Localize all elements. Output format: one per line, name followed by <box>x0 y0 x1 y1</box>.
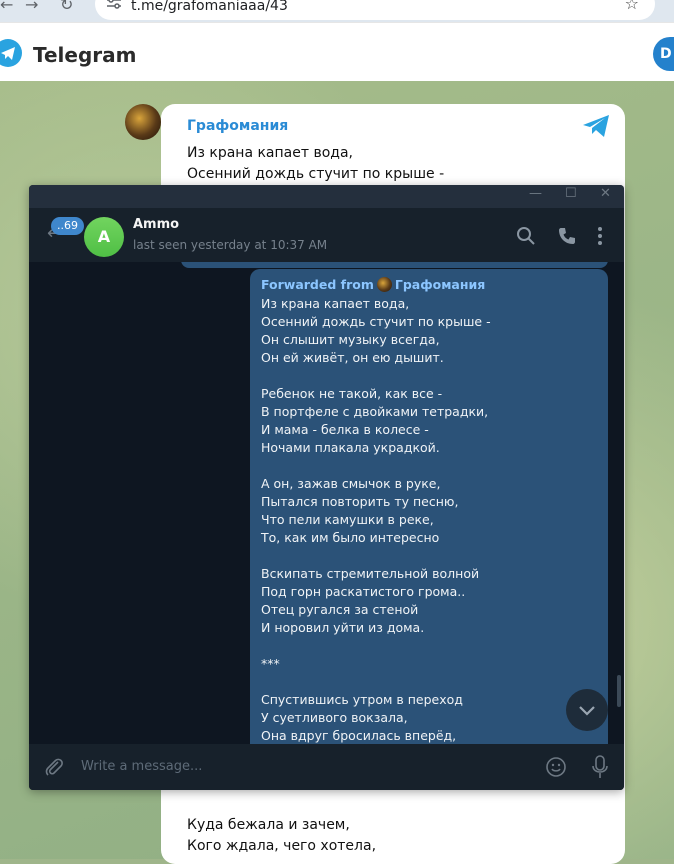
scrollbar-thumb[interactable] <box>617 675 621 707</box>
forwarded-message-bubble[interactable]: Forwarded from Графомания Из крана капает… <box>250 269 608 744</box>
forwarded-label: Forwarded from <box>261 277 374 292</box>
message-line: *** <box>261 656 280 671</box>
message-line: Что пели камушки в реке, <box>261 512 434 527</box>
telegram-web-header: Telegram D <box>0 22 674 82</box>
close-icon[interactable]: ✕ <box>600 186 611 201</box>
chevron-down-icon <box>579 706 595 716</box>
forward-arrow-icon[interactable]: → <box>25 0 38 14</box>
channel-name[interactable]: Графомания <box>187 118 288 134</box>
message-line: И мама - белка в колесе - <box>261 422 429 437</box>
window-titlebar: — ☐ ✕ <box>29 185 624 208</box>
message-composer: Write a message... <box>29 744 624 790</box>
contact-name[interactable]: Ammo <box>133 217 179 232</box>
message-line: Из крана капает вода, <box>261 296 410 311</box>
more-options-icon[interactable] <box>596 226 604 246</box>
telegram-plane-icon <box>583 115 609 137</box>
reload-icon[interactable]: ↻ <box>60 0 73 14</box>
message-line: Пытался повторить ту песню, <box>261 494 459 509</box>
search-icon[interactable] <box>516 226 536 246</box>
minimize-icon[interactable]: — <box>529 186 542 201</box>
message-line: Спустившись утром в переход <box>261 692 463 707</box>
post-line: Кого ждала, чего хотела, <box>187 838 377 854</box>
post-line: Осенний дождь стучит по крыше - <box>187 166 445 182</box>
message-input[interactable]: Write a message... <box>81 759 202 774</box>
telegram-desktop-window: — ☐ ✕ ← ..69 A Ammo last seen yesterday … <box>29 185 624 790</box>
microphone-icon[interactable] <box>591 755 609 779</box>
previous-message-bubble[interactable] <box>181 262 608 268</box>
maximize-icon[interactable]: ☐ <box>565 186 577 201</box>
open-app-button[interactable]: D <box>653 37 674 71</box>
message-line: Осенний дождь стучит по крыше - <box>261 314 491 329</box>
channel-avatar[interactable] <box>125 104 161 140</box>
back-arrow-icon[interactable]: ← <box>0 0 13 14</box>
message-list[interactable]: Forwarded from Графомания Из крана капает… <box>29 262 624 744</box>
telegram-title: Telegram <box>33 43 137 67</box>
message-line: Ребенок не такой, как все - <box>261 386 443 401</box>
forwarded-header[interactable]: Forwarded from Графомания <box>261 277 485 292</box>
bookmark-star-icon[interactable]: ☆ <box>625 0 639 13</box>
message-line: Он ей живёт, он ею дышит. <box>261 350 444 365</box>
forwarded-source-name[interactable]: Графомания <box>395 277 485 292</box>
message-line: В портфеле с двойками тетрадки, <box>261 404 489 419</box>
post-line: Из крана капает вода, <box>187 145 353 161</box>
phone-icon[interactable] <box>557 226 577 246</box>
message-line: И норовил уйти из дома. <box>261 620 425 635</box>
telegram-logo-icon <box>0 39 22 67</box>
chat-header: ← ..69 A Ammo last seen yesterday at 10:… <box>29 208 624 262</box>
contact-avatar[interactable]: A <box>84 217 124 257</box>
site-settings-icon[interactable] <box>107 0 121 9</box>
attach-paperclip-icon[interactable] <box>43 756 65 778</box>
message-line: Отец ругался за стеной <box>261 602 419 617</box>
message-line: Она вдруг бросилась вперёд, <box>261 728 457 743</box>
scroll-down-button[interactable] <box>566 689 608 731</box>
unread-badge: ..69 <box>51 217 84 235</box>
message-line: Под горн раскатистого грома.. <box>261 584 466 599</box>
forwarded-source-avatar <box>376 277 392 292</box>
message-line: Он слышит музыку всегда, <box>261 332 440 347</box>
post-line: Куда бежала и зачем, <box>187 817 350 833</box>
last-seen-status: last seen yesterday at 10:37 AM <box>133 238 328 252</box>
message-line: То, как им было интересно <box>261 530 440 545</box>
message-line: Вскипать стремительной волной <box>261 566 480 581</box>
address-bar[interactable]: t.me/grafomaniaaa/43 ☆ <box>95 0 655 20</box>
message-line: Ночами плакала украдкой. <box>261 440 440 455</box>
emoji-icon[interactable] <box>545 756 567 778</box>
message-line: У суетливого вокзала, <box>261 710 408 725</box>
message-line: А он, зажав смычок в руке, <box>261 476 441 491</box>
browser-toolbar: ← → ↻ t.me/grafomaniaaa/43 ☆ <box>0 0 674 22</box>
url-text[interactable]: t.me/grafomaniaaa/43 <box>131 0 288 14</box>
